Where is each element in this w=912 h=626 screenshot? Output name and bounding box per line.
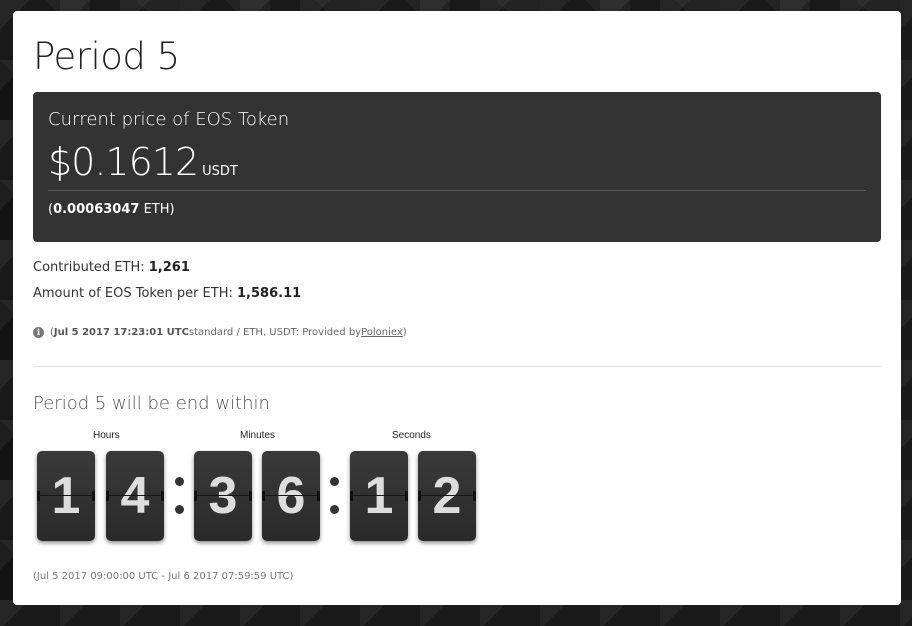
hours-label: Hours [93,430,120,441]
period-date-range: (Jul 5 2017 09:00:00 UTC - Jul 6 2017 07… [33,571,294,582]
price-divider [48,190,866,191]
seconds-label: Seconds [392,430,431,441]
eth-value: 0.00063047 [53,202,140,217]
price-value: $0.1612 [48,140,199,184]
colon-separator [330,473,340,514]
seconds-tens-digit: 1 [350,451,408,541]
info-middle: standard / ETH, USDT: Provided by [188,327,362,338]
info-icon: i [33,327,44,338]
divider [33,366,881,367]
amount-value: 1,586.11 [237,286,302,301]
price-eth: (0.00063047 ETH) [48,202,175,217]
amount-label: Amount of EOS Token per ETH: [33,286,238,301]
eth-unit: ETH) [139,202,175,217]
contributed-value: 1,261 [148,260,190,275]
price-unit: USDT [202,164,238,179]
info-close: ) [402,327,407,338]
price-line: $0.1612 USDT [48,140,238,184]
minutes-label: Minutes [240,430,276,441]
minutes-ones-digit: 6 [262,451,320,541]
price-source-note: i (Jul 5 2017 17:23:01 UTC standard / ET… [33,327,407,338]
colon-separator [175,473,185,514]
poloniex-link[interactable]: Poloniex [361,327,403,338]
page-title: Period 5 [33,35,180,78]
stats: Contributed ETH: 1,261 Amount of EOS Tok… [33,259,301,311]
current-price-panel: Current price of EOS Token $0.1612 USDT (… [33,92,881,242]
contributed-eth-row: Contributed ETH: 1,261 [33,259,301,285]
contributed-label: Contributed ETH: [33,260,149,275]
tokens-per-eth-row: Amount of EOS Token per ETH: 1,586.11 [33,285,301,311]
price-label: Current price of EOS Token [48,109,290,130]
hours-ones-digit: 4 [106,451,164,541]
countdown-title: Period 5 will be end within [33,393,270,414]
hours-tens-digit: 1 [37,451,95,541]
minutes-tens-digit: 3 [194,451,252,541]
info-timestamp: Jul 5 2017 17:23:01 UTC [53,327,189,338]
seconds-ones-digit: 2 [418,451,476,541]
main-card: Period 5 Current price of EOS Token $0.1… [13,11,901,605]
